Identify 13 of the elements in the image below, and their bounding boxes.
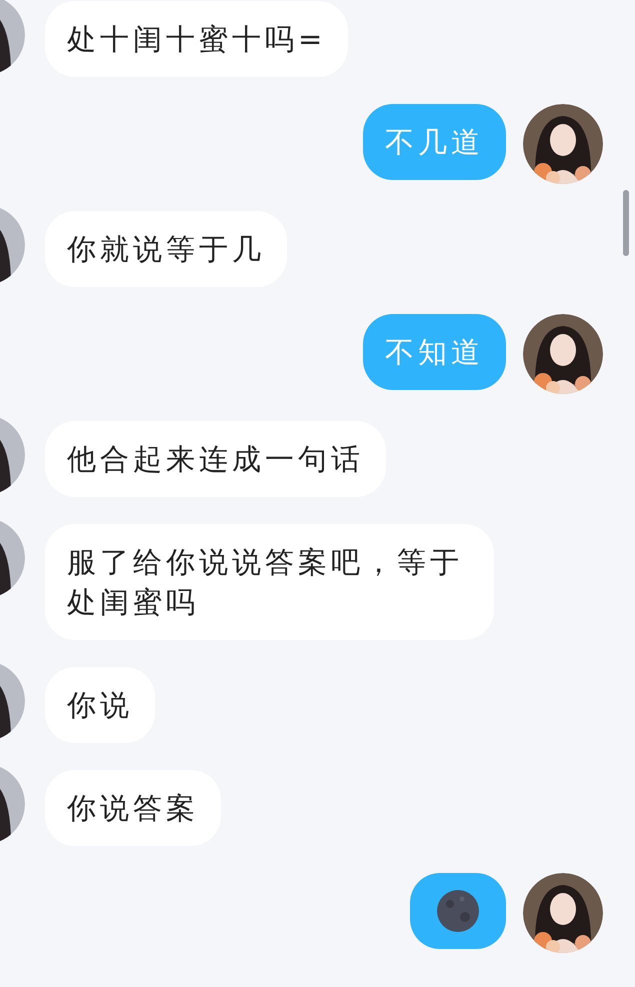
message-bubble: 处十闺十蜜十吗= — [45, 1, 348, 77]
avatar[interactable] — [523, 104, 603, 184]
moon-icon — [436, 889, 480, 933]
avatar[interactable] — [523, 314, 603, 394]
scrollbar[interactable] — [623, 190, 629, 256]
message-bubble: 他合起来连成一句话 — [45, 421, 386, 497]
message-bubble: 你说 — [45, 667, 155, 743]
message-bubble: 你就说等于几 — [45, 211, 287, 287]
message-bubble: 不知道 — [363, 314, 506, 390]
message-bubble: 你说答案 — [45, 770, 221, 846]
message-bubble: 不几道 — [363, 104, 506, 180]
avatar[interactable] — [523, 873, 603, 953]
message-bubble: 服了给你说说答案吧，等于处闺蜜吗 — [45, 524, 494, 640]
